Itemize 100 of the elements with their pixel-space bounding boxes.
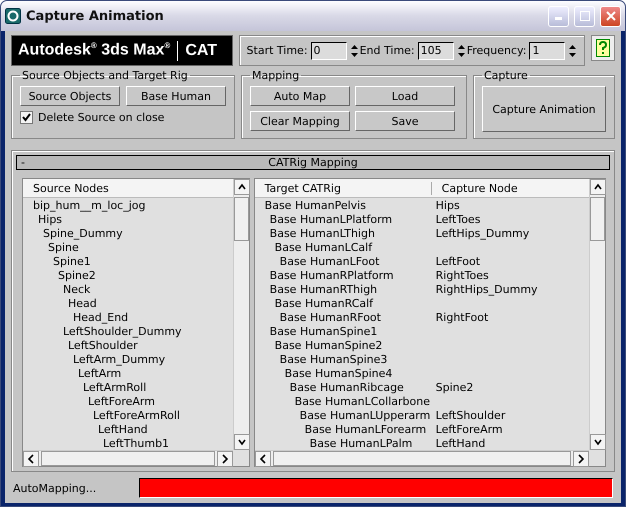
checkbox-label: Delete Source on close	[38, 111, 164, 124]
column-header[interactable]: Capture Node	[432, 182, 589, 194]
checkbox[interactable]	[20, 111, 33, 124]
logo-brand: Autodesk$^{®}$ 3ds Max$^{®}$	[18, 41, 170, 60]
capture-node-label: RightFoot	[436, 310, 488, 324]
checkmark-icon	[22, 113, 31, 122]
tree-item[interactable]: Spine_Dummy	[43, 226, 123, 240]
tree-item[interactable]: Base HumanSpine2	[274, 338, 436, 352]
vertical-scrollbar[interactable]	[589, 179, 605, 450]
tree-item[interactable]: Base HumanSpine4	[284, 366, 436, 380]
tree-item[interactable]: Spine1	[53, 254, 91, 268]
tree-item[interactable]: Head_End	[73, 310, 128, 324]
tree-item[interactable]: LeftArm	[78, 366, 122, 380]
logo-module: CAT	[185, 42, 218, 60]
capture-node-label: LeftFoot	[436, 254, 480, 268]
group-title: Capture	[483, 69, 529, 82]
tree-item[interactable]: Base HumanRibcage	[290, 380, 436, 394]
capture-node-label: LeftForeArm	[436, 422, 503, 436]
tree-item[interactable]: LeftShoulder	[68, 338, 138, 352]
right-chevron-icon	[220, 454, 230, 464]
tree-item[interactable]: Base HumanLPalm	[310, 436, 436, 450]
group-title: Source Objects and Target Rig	[21, 69, 189, 82]
capture-node-label: RightToes	[436, 268, 489, 282]
checkbox-row[interactable]: Delete Source on close	[20, 111, 226, 124]
tree-item[interactable]: Base HumanLPlatform	[270, 212, 436, 226]
tree-item[interactable]: Base HumanSpine3	[280, 352, 436, 366]
time-label: Start Time:	[246, 44, 308, 57]
left-chevron-icon	[258, 454, 268, 464]
help-icon	[596, 39, 610, 57]
tree-item[interactable]: Head	[68, 296, 97, 310]
up-chevron-icon	[593, 182, 603, 192]
tree-item[interactable]: LeftForeArm	[88, 394, 155, 408]
maximize-button[interactable]	[574, 6, 595, 26]
status-text: AutoMapping...	[13, 482, 98, 494]
up-chevron-icon	[236, 182, 247, 192]
scrollbar-thumb[interactable]	[234, 197, 249, 241]
button[interactable]: Auto Map	[250, 86, 350, 106]
capture-node-label: LeftHand	[436, 436, 486, 450]
down-chevron-icon	[236, 437, 247, 447]
tree-item[interactable]: Base HumanRCalf	[274, 296, 436, 310]
tree-item[interactable]: Base HumanRPlatform	[270, 268, 436, 282]
tree-item[interactable]: Base HumanLUpperarm	[300, 408, 436, 422]
window-title: Capture Animation	[26, 8, 165, 24]
tree-item[interactable]: Neck	[63, 282, 90, 296]
horizontal-scrollbar[interactable]	[23, 450, 233, 466]
tree-item[interactable]: LeftShoulder_Dummy	[63, 324, 182, 338]
tree-item[interactable]: LeftArm_Dummy	[73, 352, 166, 366]
capture-node-label: LeftHips_Dummy	[436, 226, 530, 240]
scrollbar-thumb[interactable]	[41, 451, 215, 466]
left-chevron-icon	[26, 454, 36, 464]
button[interactable]: Source Objects	[20, 86, 120, 106]
right-chevron-icon	[576, 454, 586, 464]
spinner-field[interactable]: 0	[310, 42, 347, 60]
spinner-arrows-icon[interactable]	[456, 42, 466, 58]
scrollbar-thumb[interactable]	[272, 451, 571, 466]
spinner-arrows-icon[interactable]	[568, 42, 578, 58]
tree-item[interactable]: Base HumanLFoot	[280, 254, 436, 268]
group-title: Mapping	[251, 69, 300, 82]
tree-item[interactable]: Spine2	[58, 268, 96, 282]
tree-item[interactable]: Spine	[48, 240, 79, 254]
capture-node-label: Hips	[436, 198, 460, 212]
time-label: Frequency:	[466, 44, 526, 57]
vertical-scrollbar[interactable]	[232, 179, 249, 450]
tree-item[interactable]: LeftForeArmRoll	[93, 408, 180, 422]
app-icon	[5, 8, 21, 24]
maximize-icon	[580, 11, 590, 21]
help-button[interactable]	[591, 35, 615, 61]
spinner-field[interactable]: 1	[529, 42, 566, 60]
capture-node-label: Spine2	[436, 380, 474, 394]
tree-item[interactable]: Base HumanPelvis	[264, 198, 436, 212]
capture-node-label: LeftToes	[436, 212, 480, 226]
spinner-field[interactable]: 105	[418, 42, 454, 60]
button[interactable]: Save	[355, 111, 455, 131]
column-header[interactable]: Target CATRig	[254, 182, 432, 194]
tree-item[interactable]: LeftThumb1	[103, 436, 170, 450]
tree-item[interactable]: Base HumanRFoot	[280, 310, 436, 324]
tree-item[interactable]: Base HumanLCollarbone	[294, 394, 436, 408]
tree-item[interactable]: Base HumanRThigh	[270, 282, 436, 296]
tree-item[interactable]: Base HumanLForearm	[304, 422, 436, 436]
tree-item[interactable]: bip_hum__m_loc_jog	[33, 198, 146, 212]
spinner-arrows-icon[interactable]	[350, 42, 359, 58]
rollout-header[interactable]: - CATRig Mapping	[16, 155, 610, 170]
capture-node-label: RightHips_Dummy	[436, 282, 538, 296]
tree-item[interactable]: LeftHand	[98, 422, 148, 436]
horizontal-scrollbar[interactable]	[254, 450, 589, 466]
minimize-button[interactable]	[548, 6, 569, 26]
tree-item[interactable]: Hips	[38, 212, 62, 226]
capture-node-label: LeftShoulder	[436, 408, 506, 422]
capture-button[interactable]: Capture Animation	[482, 86, 606, 132]
tree-item[interactable]: LeftArmRoll	[83, 380, 146, 394]
button[interactable]: Clear Mapping	[250, 111, 350, 131]
scrollbar-thumb[interactable]	[590, 197, 605, 241]
tree-item[interactable]: Base HumanLThigh	[270, 226, 436, 240]
tree-item[interactable]: Base HumanLCalf	[274, 240, 436, 254]
button[interactable]: Load	[355, 86, 455, 106]
tree-item[interactable]: Base HumanSpine1	[270, 324, 436, 338]
close-button[interactable]	[600, 6, 621, 26]
time-label: End Time:	[360, 44, 415, 57]
button[interactable]: Base Human	[126, 86, 226, 106]
down-chevron-icon	[593, 437, 603, 447]
